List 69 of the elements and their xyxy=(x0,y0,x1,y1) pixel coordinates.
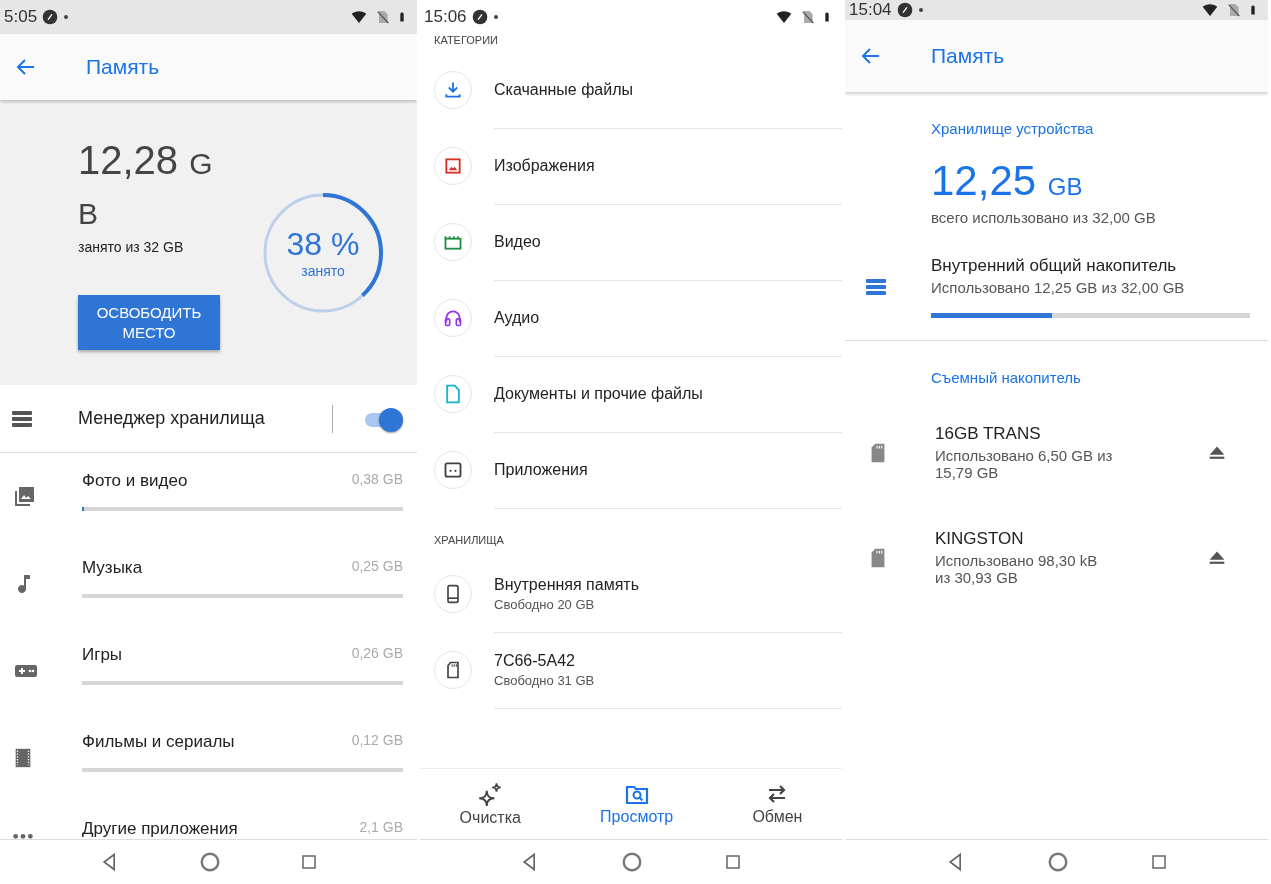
toggle-switch[interactable] xyxy=(363,406,403,431)
wifi-icon xyxy=(1200,2,1220,18)
notification-icon xyxy=(896,2,913,18)
used-caption: всего использовано из 32,00 GB xyxy=(930,209,1157,226)
recents-icon xyxy=(299,853,318,871)
wifi-icon xyxy=(349,9,369,25)
used-amount: 12,28 GB xyxy=(78,137,214,232)
dot-icon xyxy=(492,14,499,20)
wifi-icon xyxy=(774,9,794,25)
photos-icon xyxy=(12,485,36,509)
storage-usage: Использовано 12,25 GB из 32,00 GB xyxy=(931,279,1186,296)
category-item[interactable]: Документы и прочие файлы xyxy=(494,384,842,403)
category-label: Другие приложения xyxy=(82,819,238,839)
setting-label: Менеджер хранилища xyxy=(78,408,266,429)
screen-title: Память xyxy=(931,44,1005,68)
status-time: 15:06 xyxy=(424,7,467,27)
nav-tab[interactable]: Обмен xyxy=(746,781,809,827)
nav-tab[interactable]: Очистка xyxy=(453,780,527,828)
dot-icon xyxy=(917,7,924,13)
section-header: Хранилище устройства xyxy=(930,120,1095,137)
category-size: 0,25 GB xyxy=(351,558,403,574)
storage-name[interactable]: Внутренняя память xyxy=(494,575,842,594)
home-icon xyxy=(198,851,221,873)
category-label: Игры xyxy=(82,645,123,665)
home-icon xyxy=(621,851,643,873)
storage-name[interactable]: 7C66-5A42 xyxy=(494,651,842,670)
storage-free: Свободно 31 GB xyxy=(494,672,596,688)
battery-icon xyxy=(397,9,407,25)
category-size: 2,1 GB xyxy=(359,819,403,835)
category-label: Фильмы и сериалы xyxy=(82,732,235,752)
battery-icon xyxy=(822,9,832,25)
category-size: 0,38 GB xyxy=(351,471,403,487)
section-header: КАТЕГОРИИ xyxy=(433,34,499,46)
status-time: 15:04 xyxy=(849,0,892,20)
status-time: 5:05 xyxy=(4,7,38,27)
category-size: 0,12 GB xyxy=(351,732,403,748)
category-label: Музыка xyxy=(82,558,143,578)
used-amount: 12,25 GB xyxy=(930,157,1084,205)
notification-icon xyxy=(471,9,488,25)
home-icon xyxy=(1046,851,1069,873)
section-header: ХРАНИЛИЩА xyxy=(433,534,505,546)
usage-percent: 38 % xyxy=(286,226,360,263)
category-item[interactable]: Видео xyxy=(494,232,842,251)
storage-usage: Использовано 98,30 kB из 30,93 GB xyxy=(935,552,1099,586)
storage-name[interactable]: KINGSTON xyxy=(935,529,1114,549)
usage-caption: занято xyxy=(301,263,345,279)
free-space-button[interactable]: ОСВОБОДИТЬ МЕСТО xyxy=(78,295,220,350)
category-item[interactable]: Аудио xyxy=(494,308,842,327)
storage-usage: Использовано 6,50 GB из 15,79 GB xyxy=(935,447,1114,481)
category-item[interactable]: Изображения xyxy=(494,156,842,175)
category-item[interactable]: Приложения xyxy=(494,460,842,479)
screen-title: Память xyxy=(86,55,160,79)
recents-icon xyxy=(723,853,742,871)
used-caption: занято из 32 GB xyxy=(78,239,185,255)
no-sim-icon xyxy=(375,9,391,25)
recents-icon xyxy=(1149,853,1168,871)
dot-icon xyxy=(63,14,70,20)
storage-free: Свободно 20 GB xyxy=(494,596,596,612)
no-sim-icon xyxy=(1226,2,1242,18)
storage-name[interactable]: Внутренний общий накопитель xyxy=(931,256,1250,276)
no-sim-icon xyxy=(800,9,816,25)
nav-tab[interactable]: Просмотр xyxy=(594,781,680,827)
category-size: 0,26 GB xyxy=(351,645,403,661)
notification-icon xyxy=(42,9,59,25)
battery-icon xyxy=(1248,2,1258,18)
section-header: Съемный накопитель xyxy=(930,369,1082,386)
category-label: Фото и видео xyxy=(82,471,188,491)
storage-name[interactable]: 16GB TRANS xyxy=(935,424,1114,444)
category-item[interactable]: Скачанные файлы xyxy=(494,80,842,99)
